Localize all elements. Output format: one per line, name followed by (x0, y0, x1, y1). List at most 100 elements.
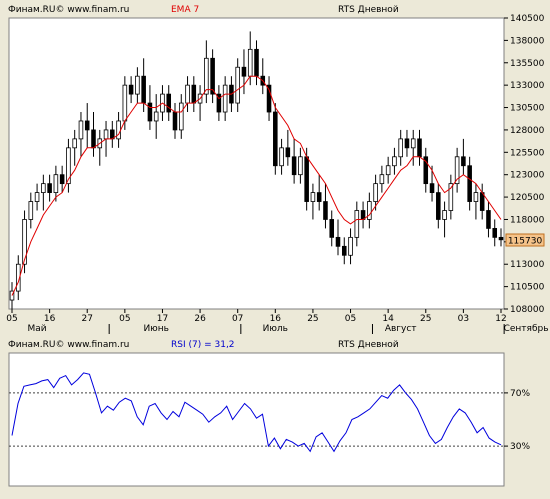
rsi-source-label: Финам.RU© www.finam.ru (8, 340, 129, 350)
candle-body (91, 129, 96, 149)
candle-body (473, 192, 479, 202)
candle-body (486, 210, 491, 229)
candle-body (398, 138, 403, 158)
candle-body (141, 75, 146, 104)
month-label: Июль (263, 324, 288, 334)
candle-body (279, 147, 284, 167)
y-tick-label: 135500 (510, 59, 545, 69)
candle-body (385, 165, 391, 176)
price-chart-title: RTS Дневной (338, 5, 399, 15)
y-tick-label: 118000 (510, 215, 545, 225)
month-label: Май (28, 324, 47, 334)
y-tick-label: 120500 (510, 193, 545, 203)
last-price-marker: 115730 (505, 233, 545, 247)
x-tick-label: 03 (458, 314, 469, 324)
y-tick-label: 140500 (510, 14, 545, 24)
candle-body (34, 192, 40, 202)
candle-body (191, 84, 197, 104)
rsi-indicator-label: RSI (7) = 31,2 (171, 340, 235, 350)
candle-body (335, 236, 341, 247)
x-tick-label: 05 (119, 314, 130, 324)
candle-body (273, 111, 278, 167)
candle-body (341, 245, 347, 256)
candle-body (28, 201, 34, 220)
candle-body (467, 165, 472, 202)
candle-body (78, 120, 84, 140)
candle-body (47, 183, 52, 193)
month-x-axis: Май Июнь Июль Август Сентябрь (28, 324, 549, 334)
candle-body (166, 93, 172, 113)
price-source-label: Финам.RU© www.finam.ru (8, 5, 129, 15)
y-tick-label: 130500 (510, 104, 545, 114)
y-tick-label: 133000 (510, 81, 545, 91)
x-tick-label: 05 (6, 314, 17, 324)
candle-body (204, 57, 209, 95)
x-tick-label: 16 (270, 314, 282, 324)
x-tick-label: 05 (345, 314, 356, 324)
candle-body (379, 174, 385, 185)
month-label: Сентябрь (504, 324, 549, 334)
ema-indicator-label: EMA 7 (171, 5, 199, 15)
candle-body (235, 66, 240, 104)
candle-body (116, 120, 121, 140)
candle-body (84, 120, 90, 131)
candle-body (185, 84, 190, 104)
candle-body (53, 174, 59, 193)
candle-body (492, 228, 498, 238)
date-x-axis: 05 16 27 05 17 26 07 16 25 05 14 25 03 12 (6, 309, 507, 324)
candle-body (254, 48, 259, 77)
candle-body (135, 75, 140, 95)
candle-body (436, 192, 441, 220)
candle-body (285, 147, 291, 158)
y-tick-label: 138000 (510, 36, 545, 46)
candle-body (329, 219, 335, 238)
x-tick-label: 14 (382, 314, 394, 324)
candle-body (316, 192, 322, 202)
candle-body (461, 156, 466, 167)
rsi-chart-title: RTS Дневной (338, 340, 399, 350)
rsi-level-label: 70% (510, 389, 530, 399)
x-tick-label: 25 (420, 314, 431, 324)
price-y-axis: 140500 138000 135500 133000 130500 128000 1255… (504, 14, 545, 315)
candle-body (241, 66, 247, 77)
candle-body (247, 48, 253, 77)
candle-body (323, 201, 328, 220)
x-tick-label: 17 (157, 314, 168, 324)
x-tick-label: 25 (307, 314, 318, 324)
y-tick-label: 128000 (510, 126, 545, 136)
candle-body (442, 210, 447, 220)
candle-body (373, 183, 378, 202)
y-tick-label: 113000 (510, 260, 545, 270)
candle-body (41, 183, 46, 193)
candle-body (210, 57, 215, 95)
candle-body (128, 84, 134, 95)
candle-body (304, 156, 309, 202)
last-price-value: 115730 (508, 237, 543, 247)
rsi-level-label: 30% (510, 442, 530, 452)
candle-body (59, 174, 65, 185)
rts-chart: Финам.RU© www.finam.ru EMA 7 RTS Дневной… (6, 5, 549, 487)
candle-body (291, 156, 297, 176)
candle-body (147, 102, 153, 122)
candle-body (348, 236, 353, 256)
candle-body (172, 111, 178, 131)
candle-body (72, 138, 77, 149)
candle-body (310, 192, 316, 202)
candle-body (429, 183, 435, 193)
y-tick-label: 110500 (510, 283, 545, 293)
month-label: Июнь (143, 324, 169, 334)
x-tick-label: 26 (194, 314, 206, 324)
candle-body (22, 219, 27, 265)
candle-body (153, 111, 159, 122)
y-tick-label: 125500 (510, 148, 545, 158)
month-label: Август (385, 324, 417, 334)
candle-body (498, 236, 504, 241)
y-tick-label: 108000 (510, 305, 545, 315)
x-tick-label: 16 (44, 314, 56, 324)
candle-body (103, 129, 109, 140)
candle-body (354, 210, 360, 238)
y-tick-label: 123000 (510, 171, 545, 181)
candle-body (178, 102, 184, 131)
candle-body (367, 201, 372, 220)
candle-body (410, 138, 416, 149)
